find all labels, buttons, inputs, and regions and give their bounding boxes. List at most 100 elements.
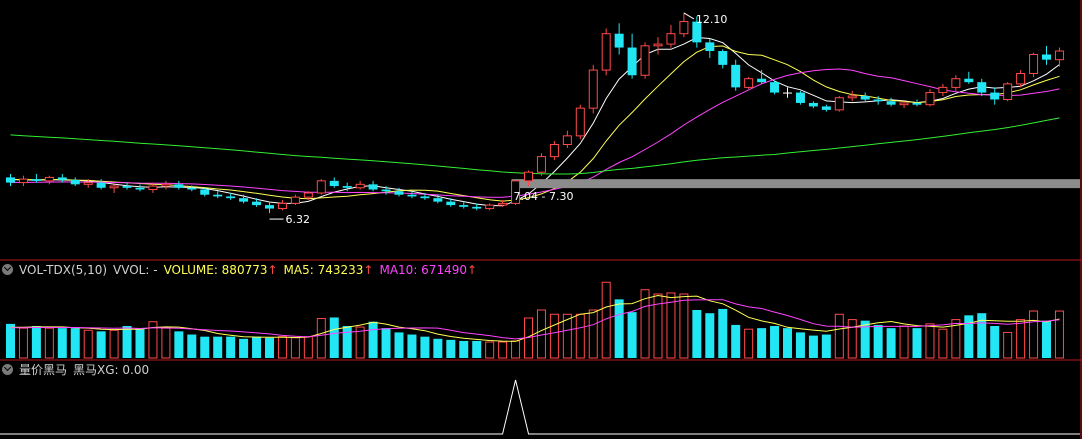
candle-body — [18, 178, 28, 184]
candle-body — [381, 189, 391, 192]
volume-bar — [109, 329, 119, 359]
volume-bar — [407, 334, 417, 358]
volume-bar — [705, 313, 715, 358]
volume-bar — [290, 337, 300, 359]
candle-body — [70, 179, 80, 185]
candle-body — [601, 33, 611, 71]
candle-body — [770, 82, 780, 93]
volume-up-arrow-icon: ↑ — [267, 263, 278, 277]
candle-body — [1029, 53, 1039, 75]
volume-bar — [588, 309, 598, 359]
volume-bar — [342, 326, 352, 358]
volume-bar — [886, 328, 896, 358]
candle-body — [731, 64, 741, 88]
volume-bar — [368, 321, 378, 358]
volume-bar — [70, 328, 80, 358]
candle-body — [433, 198, 443, 202]
volume-bar — [990, 326, 1000, 358]
candle-body — [83, 182, 93, 185]
volume-bar — [213, 336, 223, 358]
candle-body — [938, 86, 948, 94]
candle-body — [1042, 54, 1051, 60]
volume-bar — [31, 326, 41, 358]
vol-ma5-value: MA5: 743233↑ — [283, 263, 374, 277]
candle-body — [873, 99, 883, 102]
candle-body — [6, 177, 15, 183]
candle-body — [290, 196, 300, 204]
candle-body — [1016, 73, 1026, 85]
volume-bar — [1003, 331, 1013, 359]
volume-bar — [899, 325, 909, 359]
signal-indicator-name: 量价黑马 — [19, 363, 68, 377]
candle-body — [912, 102, 922, 105]
candle-body — [795, 92, 805, 103]
volume-bar — [446, 339, 456, 358]
candle-body — [31, 179, 41, 181]
candle-body — [834, 97, 844, 111]
volume-bar — [847, 319, 857, 359]
volume-bar — [174, 331, 184, 358]
candle-body — [148, 185, 158, 191]
volume-bar — [277, 336, 287, 359]
volume-bar — [498, 341, 508, 359]
volume-bar — [394, 332, 404, 358]
volume-bar — [808, 335, 818, 358]
candle-body — [109, 185, 119, 189]
signal-line — [0, 379, 1080, 435]
volume-bar — [187, 334, 197, 358]
candle-body — [744, 78, 754, 88]
volume-bar — [329, 317, 339, 358]
candle-body — [783, 92, 792, 94]
candle-body — [355, 183, 365, 189]
candle-body — [329, 180, 339, 187]
volume-bar — [731, 324, 741, 358]
volume-bar — [770, 326, 780, 358]
candle-body — [472, 206, 482, 209]
candle-body — [446, 201, 456, 206]
vvol-label: VVOL: - — [113, 263, 158, 277]
candle-body — [718, 51, 728, 65]
candle-body — [407, 194, 417, 197]
candle-body — [239, 198, 249, 202]
volume-bar — [161, 327, 171, 359]
candle-body — [316, 180, 326, 194]
volume-bar — [964, 315, 974, 358]
ma20-line — [10, 68, 1060, 198]
panel-menu-icon[interactable] — [2, 364, 13, 375]
candle-body — [847, 95, 857, 99]
candle-body — [757, 78, 767, 83]
candle-body — [368, 184, 378, 190]
candle-body — [122, 186, 132, 188]
volume-bar — [925, 323, 935, 359]
candle-body — [990, 92, 1000, 100]
candle-body — [653, 43, 663, 47]
high-price-label: 12.10 — [696, 13, 728, 26]
candle-body — [588, 69, 598, 109]
candle-body — [342, 186, 352, 188]
volume-bar — [472, 340, 482, 358]
candle-body — [524, 171, 533, 182]
candle-body — [498, 202, 508, 206]
candle-body — [614, 33, 624, 48]
volume-bar — [575, 313, 585, 359]
candle-body — [277, 202, 287, 210]
panel-menu-icon[interactable] — [2, 264, 13, 275]
volume-bar — [381, 328, 391, 358]
volume-bar — [873, 324, 883, 358]
candle-body — [174, 184, 184, 188]
kline-chart: 12.10 6.32 7.04 - 7.30 — [0, 0, 1082, 439]
volume-bar — [912, 328, 922, 358]
candle-body — [420, 196, 430, 199]
volume-bar — [485, 341, 495, 359]
volume-bar — [420, 336, 430, 358]
volume-bar — [860, 320, 870, 358]
volume-bar — [44, 327, 54, 359]
volume-bar — [1054, 310, 1064, 359]
volume-bar — [692, 310, 702, 358]
volume-bar — [316, 318, 326, 359]
volume-bar — [744, 328, 754, 359]
candle-body — [549, 144, 559, 158]
volume-bar — [1029, 310, 1039, 359]
volume-bar — [459, 340, 469, 358]
volume-bar — [511, 340, 521, 359]
